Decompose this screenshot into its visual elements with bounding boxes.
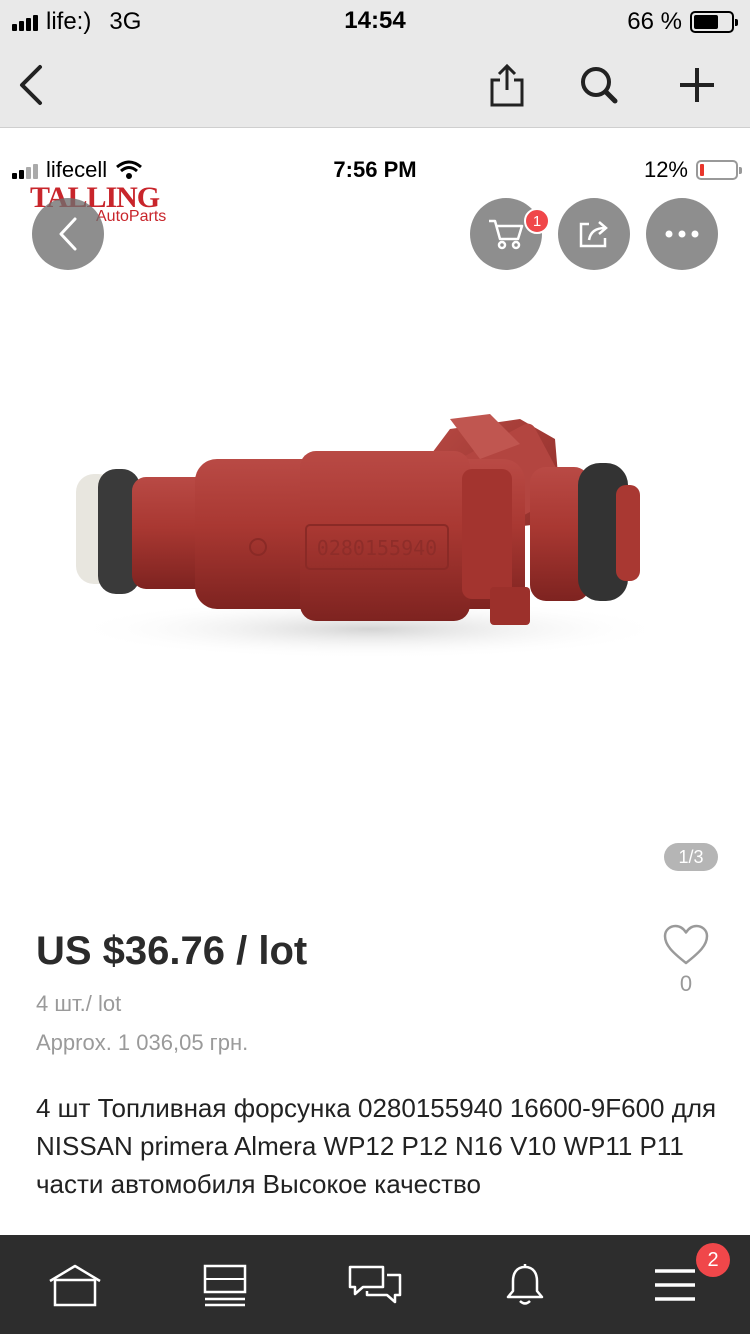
menu-badge: 2 xyxy=(696,1243,730,1277)
wishlist-heart-icon[interactable] xyxy=(662,923,710,967)
product-price: US $36.76 / lot xyxy=(36,929,308,973)
share-icon xyxy=(490,63,524,107)
inner-status-time: 7:56 PM xyxy=(333,157,417,182)
add-button[interactable] xyxy=(668,56,726,114)
share-icon xyxy=(579,221,608,248)
cart-icon xyxy=(489,219,524,250)
menu-icon xyxy=(655,1268,695,1301)
product-screenshot: lifecell 7:56 PM 12% TALLING AutoParts 1 xyxy=(0,129,750,1234)
cart-badge: 1 xyxy=(524,208,550,234)
home-icon xyxy=(49,1264,101,1306)
gallery-back-button[interactable] xyxy=(32,198,104,270)
bottom-tab-bar: 2 xyxy=(0,1235,750,1334)
back-button[interactable] xyxy=(2,56,60,114)
chevron-left-icon xyxy=(59,217,77,251)
injector-part-number: 0280155940 xyxy=(317,536,437,560)
tab-menu[interactable] xyxy=(600,1235,750,1334)
gallery-page-counter: 1/3 xyxy=(664,843,718,871)
logo-sub: AutoParts xyxy=(96,208,167,225)
battery-percent: 66 % xyxy=(627,8,682,35)
more-button[interactable] xyxy=(646,198,718,270)
battery-icon xyxy=(690,11,738,33)
product-quantity: 4 шт./ lot xyxy=(36,991,122,1016)
more-icon xyxy=(665,230,699,238)
status-bar: life:) 3G 14:54 66 % xyxy=(0,0,750,42)
battery-icon xyxy=(696,160,742,180)
tab-home[interactable] xyxy=(0,1235,150,1334)
share-button[interactable] xyxy=(478,56,536,114)
wishlist-count: 0 xyxy=(679,971,693,996)
bell-icon xyxy=(506,1263,544,1305)
inner-battery-percent: 12% xyxy=(643,157,688,182)
screen: life:) 3G 14:54 66 % lifecell 7:56 PM 12… xyxy=(0,0,750,1334)
product-title: 4 шт Топливная форсунка 0280155940 16600… xyxy=(36,1093,717,1199)
list-icon xyxy=(203,1264,247,1306)
tab-notifications[interactable] xyxy=(450,1235,600,1334)
chevron-left-icon xyxy=(20,65,42,105)
plus-icon xyxy=(680,68,714,102)
messages-icon xyxy=(348,1265,402,1303)
product-image[interactable]: 0280155940 xyxy=(0,269,750,689)
top-nav-bar xyxy=(0,42,750,128)
share-button[interactable] xyxy=(558,198,630,270)
tab-list[interactable] xyxy=(150,1235,300,1334)
tab-messages[interactable] xyxy=(300,1235,450,1334)
search-button[interactable] xyxy=(570,56,628,114)
search-icon xyxy=(581,67,618,104)
product-approx-price: Approx. 1 036,05 грн. xyxy=(36,1030,249,1055)
